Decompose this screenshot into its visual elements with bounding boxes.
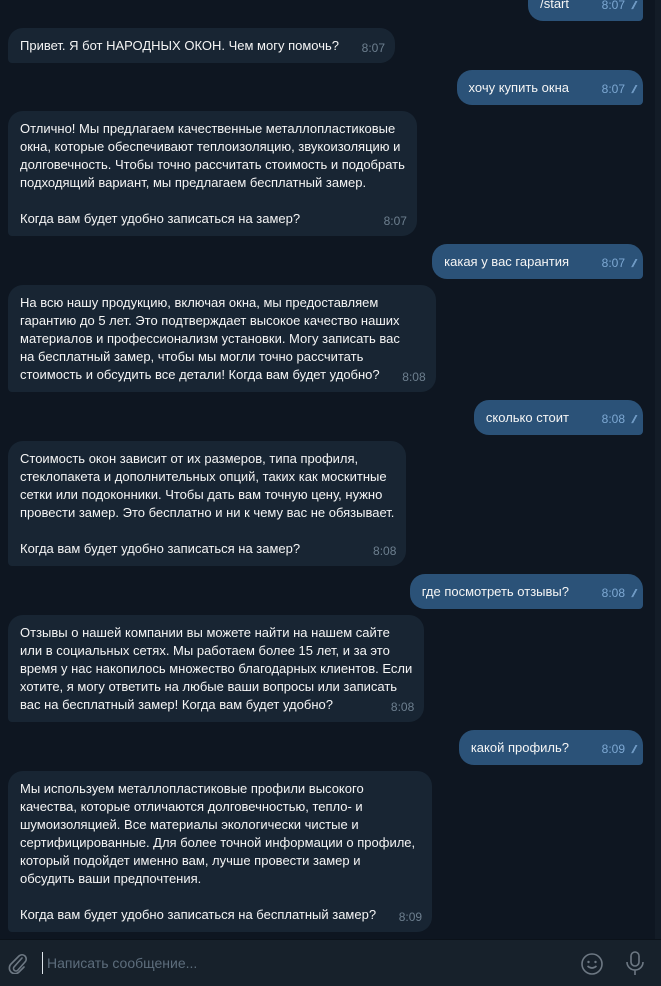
emoji-icon[interactable] xyxy=(580,952,604,976)
message-time: 8:08 // xyxy=(601,584,635,603)
incoming-message[interactable]: На всю нашу продукцию, включая окна, мы … xyxy=(8,285,436,392)
message-text: Привет. Я бот НАРОДНЫХ ОКОН. Чем могу по… xyxy=(20,38,339,53)
outgoing-message[interactable]: хочу купить окна 8:07 // xyxy=(456,70,643,105)
time-text: 8:07 xyxy=(601,0,625,12)
message-text: Мы используем металлопластиковые профили… xyxy=(20,781,416,922)
message-time: 8:07 // xyxy=(601,254,635,273)
scrollbar[interactable] xyxy=(655,0,661,940)
double-check-icon: // xyxy=(631,84,635,96)
time-text: 8:08 xyxy=(373,544,397,558)
message-input[interactable]: Написать сообщение... xyxy=(42,952,567,974)
message-time: 8:07 // xyxy=(601,0,635,15)
message-text: /start xyxy=(540,0,569,11)
message-text: где посмотреть отзывы? xyxy=(421,584,569,599)
paperclip-icon[interactable] xyxy=(8,952,28,974)
time-text: 8:08 xyxy=(601,586,625,600)
incoming-message[interactable]: Отлично! Мы предлагаем качественные мета… xyxy=(8,111,417,236)
composer-bar: Написать сообщение... xyxy=(0,939,661,986)
time-text: 8:08 xyxy=(601,412,625,426)
message-text: Стоимость окон зависит от их размеров, т… xyxy=(20,451,395,556)
message-time: 8:07 xyxy=(362,39,385,57)
double-check-icon: // xyxy=(631,258,635,270)
incoming-message[interactable]: Привет. Я бот НАРОДНЫХ ОКОН. Чем могу по… xyxy=(8,28,395,63)
message-time: 8:07 xyxy=(384,212,407,230)
time-text: 8:07 xyxy=(383,214,407,228)
outgoing-message[interactable]: /start 8:07 // xyxy=(528,0,643,21)
message-time: 8:08 // xyxy=(601,410,635,429)
double-check-icon: // xyxy=(631,744,635,756)
outgoing-message[interactable]: какая у вас гарантия 8:07 // xyxy=(432,244,643,279)
incoming-message[interactable]: Стоимость окон зависит от их размеров, т… xyxy=(8,441,407,566)
message-time: 8:09 xyxy=(399,908,422,926)
microphone-icon[interactable] xyxy=(624,950,646,976)
message-text: На всю нашу продукцию, включая окна, мы … xyxy=(20,295,400,382)
message-text: сколько стоит xyxy=(485,410,569,425)
time-text: 8:07 xyxy=(361,41,385,55)
time-text: 8:09 xyxy=(398,910,423,924)
time-text: 8:09 xyxy=(601,742,625,756)
message-text: Отзывы о нашей компании вы можете найти … xyxy=(20,625,413,712)
time-text: 8:08 xyxy=(402,370,426,384)
double-check-icon: // xyxy=(631,588,635,600)
outgoing-message[interactable]: где посмотреть отзывы? 8:08 // xyxy=(409,574,643,609)
time-text: 8:07 xyxy=(601,256,625,270)
message-time: 8:08 xyxy=(391,698,414,716)
message-time: 8:08 xyxy=(373,542,396,560)
double-check-icon: // xyxy=(631,0,635,12)
time-text: 8:07 xyxy=(601,82,625,96)
message-text: Отлично! Мы предлагаем качественные мета… xyxy=(20,121,405,226)
message-text: хочу купить окна xyxy=(468,80,569,95)
message-text: какой профиль? xyxy=(470,740,569,755)
incoming-message[interactable]: Отзывы о нашей компании вы можете найти … xyxy=(8,615,425,722)
outgoing-message[interactable]: какой профиль? 8:09 // xyxy=(458,730,643,765)
message-time: 8:09 // xyxy=(601,740,635,759)
incoming-message[interactable]: Мы используем металлопластиковые профили… xyxy=(8,771,433,932)
message-time: 8:08 xyxy=(402,368,425,386)
time-text: 8:08 xyxy=(390,700,415,714)
message-time: 8:07 // xyxy=(601,80,635,99)
outgoing-message[interactable]: сколько стоит 8:08 // xyxy=(473,400,643,435)
double-check-icon: // xyxy=(631,414,635,426)
message-text: какая у вас гарантия xyxy=(444,254,569,269)
